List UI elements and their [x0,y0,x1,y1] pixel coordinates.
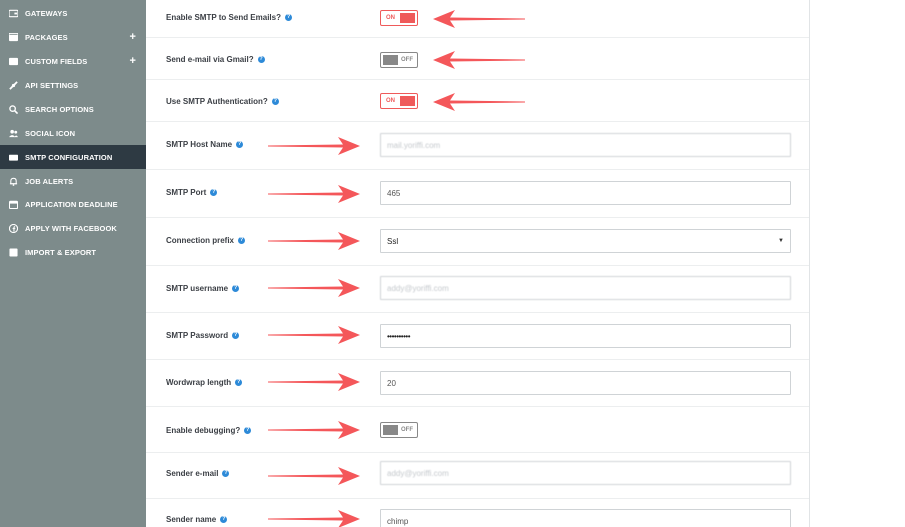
smtp-port-label: SMTP Port [166,188,207,197]
sidebar-item-search-options[interactable]: SEARCH OPTIONS [0,97,146,121]
bell-icon [9,177,18,186]
help-icon[interactable]: ? [235,379,243,386]
help-icon[interactable]: ? [236,141,244,148]
debugging-toggle[interactable]: OFF [380,422,418,438]
form-row-smtp-port: SMTP Port ? 465 [146,170,810,218]
form-row-smtp-username: SMTP username ? addy@yoriffi.com [146,266,810,313]
help-icon[interactable]: ? [232,332,240,339]
form-row-sender-email: Sender e-mail ? addy@yoriffi.com [146,453,810,499]
toggle-state-text: ON [386,15,395,21]
help-icon[interactable]: ? [285,14,292,21]
sidebar-item-custom-fields[interactable]: CUSTOM FIELDS + [0,49,146,73]
smtp-port-input[interactable]: 465 [380,181,791,205]
smtp-password-input[interactable]: •••••••••• [380,324,791,348]
mail-icon [9,153,18,162]
toggle-knob [383,55,398,65]
facebook-icon [9,223,18,233]
sender-name-input[interactable]: chimp [380,509,791,527]
sidebar-item-packages[interactable]: PACKAGES + [0,25,146,49]
sidebar-item-label: SEARCH OPTIONS [25,104,94,114]
wordwrap-label: Wordwrap length [166,378,232,387]
expand-plus-icon[interactable]: + [129,55,136,67]
smtp-host-label: SMTP Host Name [166,140,233,149]
search-icon [9,104,18,114]
sidebar-item-label: SOCIAL ICON [25,128,76,138]
form-row-smtp-password: SMTP Password ? •••••••••• [146,313,810,360]
sidebar-item-label: PACKAGES [25,32,68,42]
dropdown-caret-icon: ▼ [778,238,784,244]
sidebar-item-label: IMPORT & EXPORT [25,247,97,257]
sidebar-item-label: SMTP CONFIGURATION [25,152,113,162]
smtp-password-label: SMTP Password [166,331,229,340]
toggle-state-text: ON [386,98,395,104]
wordwrap-input[interactable]: 20 [380,371,791,395]
enable-smtp-toggle[interactable]: ON [380,10,418,26]
sidebar-item-label: APPLICATION DEADLINE [25,199,118,209]
smtp-username-label: SMTP username [166,284,229,293]
smtp-auth-label: Use SMTP Authentication? [166,97,268,106]
gmail-label: Send e-mail via Gmail? [166,55,254,64]
sidebar: GATEWAYS PACKAGES + CUSTOM FIELDS + API … [0,0,146,527]
help-icon[interactable]: ? [232,285,240,292]
form-row-smtp-auth: Use SMTP Authentication? ? ON [146,80,810,122]
form-row-smtp-host: SMTP Host Name ? mail.yoriffi.com [146,122,810,170]
help-icon[interactable]: ? [222,470,230,477]
form-row-debugging: Enable debugging? ? OFF [146,407,810,453]
debugging-label: Enable debugging? [166,426,241,435]
wallet-icon [9,9,18,18]
sidebar-item-import-export[interactable]: IMPORT & EXPORT [0,240,146,264]
smtp-username-input[interactable]: addy@yoriffi.com [380,276,791,300]
help-icon[interactable]: ? [238,237,246,244]
connection-prefix-label: Connection prefix [166,236,235,245]
connection-prefix-select[interactable]: Ssl ▼ [380,229,791,253]
sidebar-item-label: JOB ALERTS [25,176,74,186]
form-row-wordwrap: Wordwrap length ? 20 [146,360,810,407]
sidebar-item-label: APPLY WITH FACEBOOK [25,223,117,233]
toggle-knob [400,96,415,106]
form-row-connection-prefix: Connection prefix ? Ssl ▼ [146,218,810,266]
sidebar-item-label: API SETTINGS [25,80,79,90]
toggle-knob [400,13,415,23]
sidebar-item-api-settings[interactable]: API SETTINGS [0,73,146,97]
smtp-settings-panel: Enable SMTP to Send Emails? ? ON Send e-… [146,0,810,527]
help-icon[interactable]: ? [257,56,265,63]
help-icon[interactable]: ? [271,98,279,105]
connection-prefix-value: Ssl [387,236,399,246]
toggle-state-text: OFF [401,427,413,433]
panel-right-border [809,0,810,527]
gmail-toggle[interactable]: OFF [380,52,418,68]
help-icon[interactable]: ? [244,427,252,434]
toggle-state-text: OFF [401,57,413,63]
users-icon [9,129,18,138]
package-icon [9,32,18,42]
import-export-icon [9,247,18,257]
form-row-gmail: Send e-mail via Gmail? ? OFF [146,38,810,80]
sidebar-item-gateways[interactable]: GATEWAYS [0,1,146,25]
sidebar-item-job-alerts[interactable]: JOB ALERTS [0,169,146,193]
sender-email-label: Sender e-mail [166,469,219,478]
smtp-auth-toggle[interactable]: ON [380,93,418,109]
sidebar-item-apply-with-facebook[interactable]: APPLY WITH FACEBOOK [0,216,146,240]
sender-name-label: Sender name [166,515,217,524]
link-icon [9,80,18,90]
form-row-sender-name: Sender name ? chimp [146,499,810,527]
help-icon[interactable]: ? [210,189,218,196]
smtp-host-input[interactable]: mail.yoriffi.com [380,133,791,157]
form-row-enable-smtp: Enable SMTP to Send Emails? ? ON [146,0,810,38]
sidebar-item-label: GATEWAYS [25,8,68,18]
expand-plus-icon[interactable]: + [129,31,136,43]
sidebar-item-social-icon[interactable]: SOCIAL ICON [0,121,146,145]
sidebar-item-application-deadline[interactable]: APPLICATION DEADLINE [0,192,146,216]
list-icon [9,57,18,66]
toggle-knob [383,425,398,435]
enable-smtp-label: Enable SMTP to Send Emails? [166,13,281,22]
sidebar-item-label: CUSTOM FIELDS [25,56,88,66]
sender-email-input[interactable]: addy@yoriffi.com [380,461,791,485]
calendar-icon [9,200,18,209]
sidebar-item-smtp-configuration[interactable]: SMTP CONFIGURATION [0,145,146,169]
help-icon[interactable]: ? [220,516,228,523]
